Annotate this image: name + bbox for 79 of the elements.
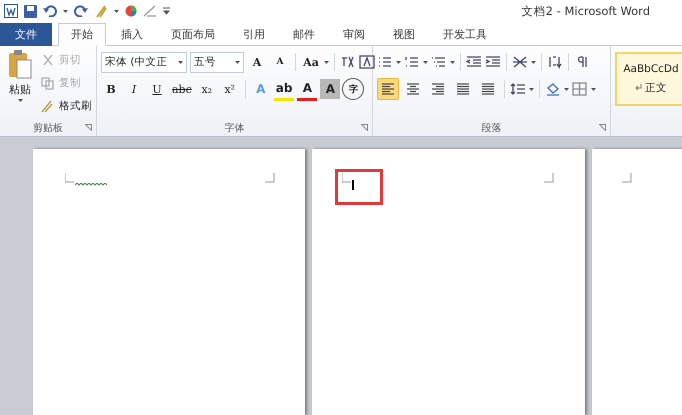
- margin-corner-mark: [544, 173, 554, 183]
- ribbon-tab[interactable]: 邮件: [280, 23, 328, 46]
- borders-icon: [572, 82, 588, 96]
- highlight-frame: [335, 169, 383, 205]
- highlight-button[interactable]: ab: [274, 78, 294, 100]
- alignment-lines-icon: [380, 82, 396, 96]
- margin-corner-mark: [65, 173, 75, 183]
- copy-icon: [40, 76, 56, 90]
- return-arrow-icon: [635, 84, 642, 91]
- margin-corner-mark: [265, 173, 275, 183]
- grow-font-button[interactable]: A: [247, 52, 267, 72]
- numbering-icon: [404, 55, 420, 69]
- align-left-button[interactable]: [377, 78, 399, 100]
- italic-button[interactable]: I: [124, 79, 144, 99]
- increase-indent-icon: [485, 55, 501, 69]
- caret-icon: [591, 88, 596, 90]
- sort-icon: [547, 55, 563, 69]
- font-name-field[interactable]: 宋体 (中文正: [101, 52, 187, 72]
- line-spacing-icon: [510, 82, 526, 96]
- ribbon-tab[interactable]: 插入: [108, 23, 156, 46]
- normal-style-button[interactable]: AaBbCcDd 正文: [615, 52, 682, 106]
- ribbon-tab[interactable]: 视图: [380, 23, 428, 46]
- circle-button[interactable]: 字: [343, 79, 364, 99]
- brush-button[interactable]: 格式刷: [40, 96, 92, 116]
- group-label: 剪贴板: [33, 122, 63, 135]
- caret-icon: [564, 88, 569, 90]
- dialog-launcher-icon[interactable]: [599, 124, 606, 131]
- shrink-font-button[interactable]: A: [270, 52, 290, 72]
- dialog-launcher-icon[interactable]: [361, 124, 368, 131]
- ribbon-tab[interactable]: 开发工具: [430, 23, 500, 46]
- bold-button[interactable]: B: [101, 79, 121, 99]
- ribbon-tab[interactable]: 开始: [58, 23, 106, 46]
- sup-button[interactable]: x²: [220, 79, 240, 99]
- alignment-lines-icon: [405, 82, 421, 96]
- caret-icon: [114, 10, 119, 12]
- multilevel-list-icon: [431, 55, 447, 69]
- redo-icon[interactable]: [74, 5, 88, 17]
- clipboard-icon[interactable]: [7, 50, 33, 80]
- change-case-button[interactable]: Aa: [301, 52, 321, 72]
- ribbon-tab[interactable]: 页面布局: [158, 23, 228, 46]
- shade-button[interactable]: A: [320, 79, 340, 99]
- alignment-lines-icon: [430, 82, 446, 96]
- customize-toolbar-icon[interactable]: [163, 5, 171, 17]
- decrease-indent-icon: [466, 55, 482, 69]
- margin-corner-mark: [622, 173, 632, 183]
- character-border-icon: [359, 55, 375, 69]
- ribbon-tab[interactable]: 审阅: [330, 23, 378, 46]
- undo-icon[interactable]: [43, 5, 57, 17]
- strike-button[interactable]: abc: [170, 79, 194, 99]
- window-title: 文档2 - Microsoft Word: [522, 4, 650, 18]
- ribbon-tab[interactable]: 引用: [230, 23, 278, 46]
- file-menu-button[interactable]: 文件: [0, 23, 52, 46]
- text-cursor-icon: [352, 180, 355, 190]
- caret-icon: [529, 88, 534, 90]
- alignment-lines-icon: [480, 82, 496, 96]
- save-icon[interactable]: [24, 4, 37, 18]
- caret-icon: [18, 99, 22, 102]
- dialog-launcher-icon[interactable]: [85, 124, 92, 131]
- caret-icon: [324, 60, 329, 64]
- bullets-icon: [377, 55, 393, 69]
- caret-icon: [235, 60, 240, 64]
- caret-icon: [450, 60, 455, 64]
- grammar-squiggle-drawing: [75, 183, 109, 187]
- paste-button[interactable]: 粘贴: [9, 82, 31, 97]
- font-size-field[interactable]: 五号: [190, 52, 244, 72]
- caret-icon: [178, 60, 183, 64]
- color-button[interactable]: A: [297, 78, 318, 100]
- caret-icon: [396, 60, 401, 64]
- caret-icon: [63, 10, 68, 12]
- alignment-lines-icon: [455, 82, 471, 96]
- color-wheel-icon[interactable]: [125, 5, 137, 17]
- underline-button[interactable]: U: [147, 79, 167, 99]
- group-label: 字体: [224, 122, 244, 135]
- margin-corner-mark: [342, 173, 352, 183]
- sub-button[interactable]: x₂: [196, 79, 217, 99]
- word-logo-icon: [4, 4, 18, 18]
- group-label: 段落: [482, 122, 502, 135]
- caret-icon: [531, 60, 536, 64]
- caret-icon: [423, 60, 428, 64]
